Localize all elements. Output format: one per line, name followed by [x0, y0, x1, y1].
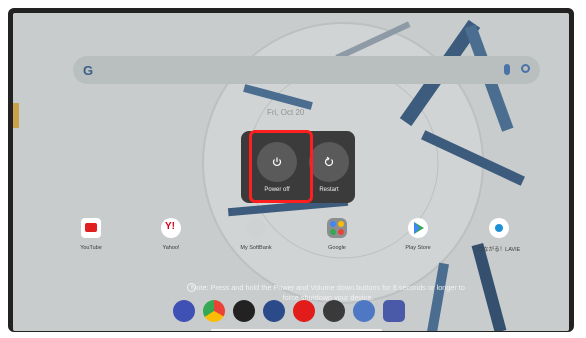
restart-icon — [324, 156, 334, 166]
assistant-icon[interactable] — [353, 300, 375, 322]
dock — [173, 300, 449, 324]
search-bar[interactable]: G — [73, 56, 540, 84]
settings-icon[interactable] — [263, 300, 285, 322]
camera-icon[interactable] — [233, 300, 255, 322]
tablet-screen: G Fri, Oct 20 Power off Restart YouTube — [13, 13, 569, 331]
app-label: Play Store — [405, 245, 431, 251]
app-lavie[interactable]: つながる！LAVIE — [469, 218, 529, 253]
microphone-icon[interactable] — [504, 64, 510, 75]
power-off-highlight-box — [249, 130, 313, 203]
google-lens-icon[interactable] — [521, 64, 530, 73]
play-store-icon — [408, 218, 428, 238]
my-softbank-icon — [246, 218, 266, 238]
app-label: YouTube — [80, 245, 102, 251]
youtube-icon — [81, 218, 101, 238]
app-label: My SoftBank — [240, 245, 272, 251]
gesture-nav-bar[interactable] — [211, 329, 382, 331]
dock-app-5-icon[interactable] — [293, 300, 315, 322]
yahoo-icon: Y! — [161, 218, 181, 238]
date-label: Fri, Oct 20 — [267, 108, 305, 117]
app-label: Yahoo! — [162, 245, 180, 251]
lavie-icon — [489, 218, 509, 238]
app-youtube[interactable]: YouTube — [61, 218, 121, 251]
app-label: つながる！LAVIE — [477, 247, 521, 253]
app-label: Google — [328, 245, 346, 251]
app-play-store[interactable]: Play Store — [388, 218, 448, 251]
photos-icon[interactable] — [323, 300, 345, 322]
app-google-folder[interactable]: Google — [307, 218, 367, 251]
app-my-softbank[interactable]: My SoftBank — [226, 218, 286, 251]
restart-button[interactable] — [309, 142, 349, 182]
app-yahoo[interactable]: Y! Yahoo! — [141, 218, 201, 251]
google-g-icon: G — [83, 63, 94, 78]
app-drawer-icon[interactable] — [383, 300, 405, 322]
google-folder-icon — [327, 218, 347, 238]
dock-app-1-icon[interactable] — [173, 300, 195, 322]
chrome-icon[interactable] — [203, 300, 225, 322]
